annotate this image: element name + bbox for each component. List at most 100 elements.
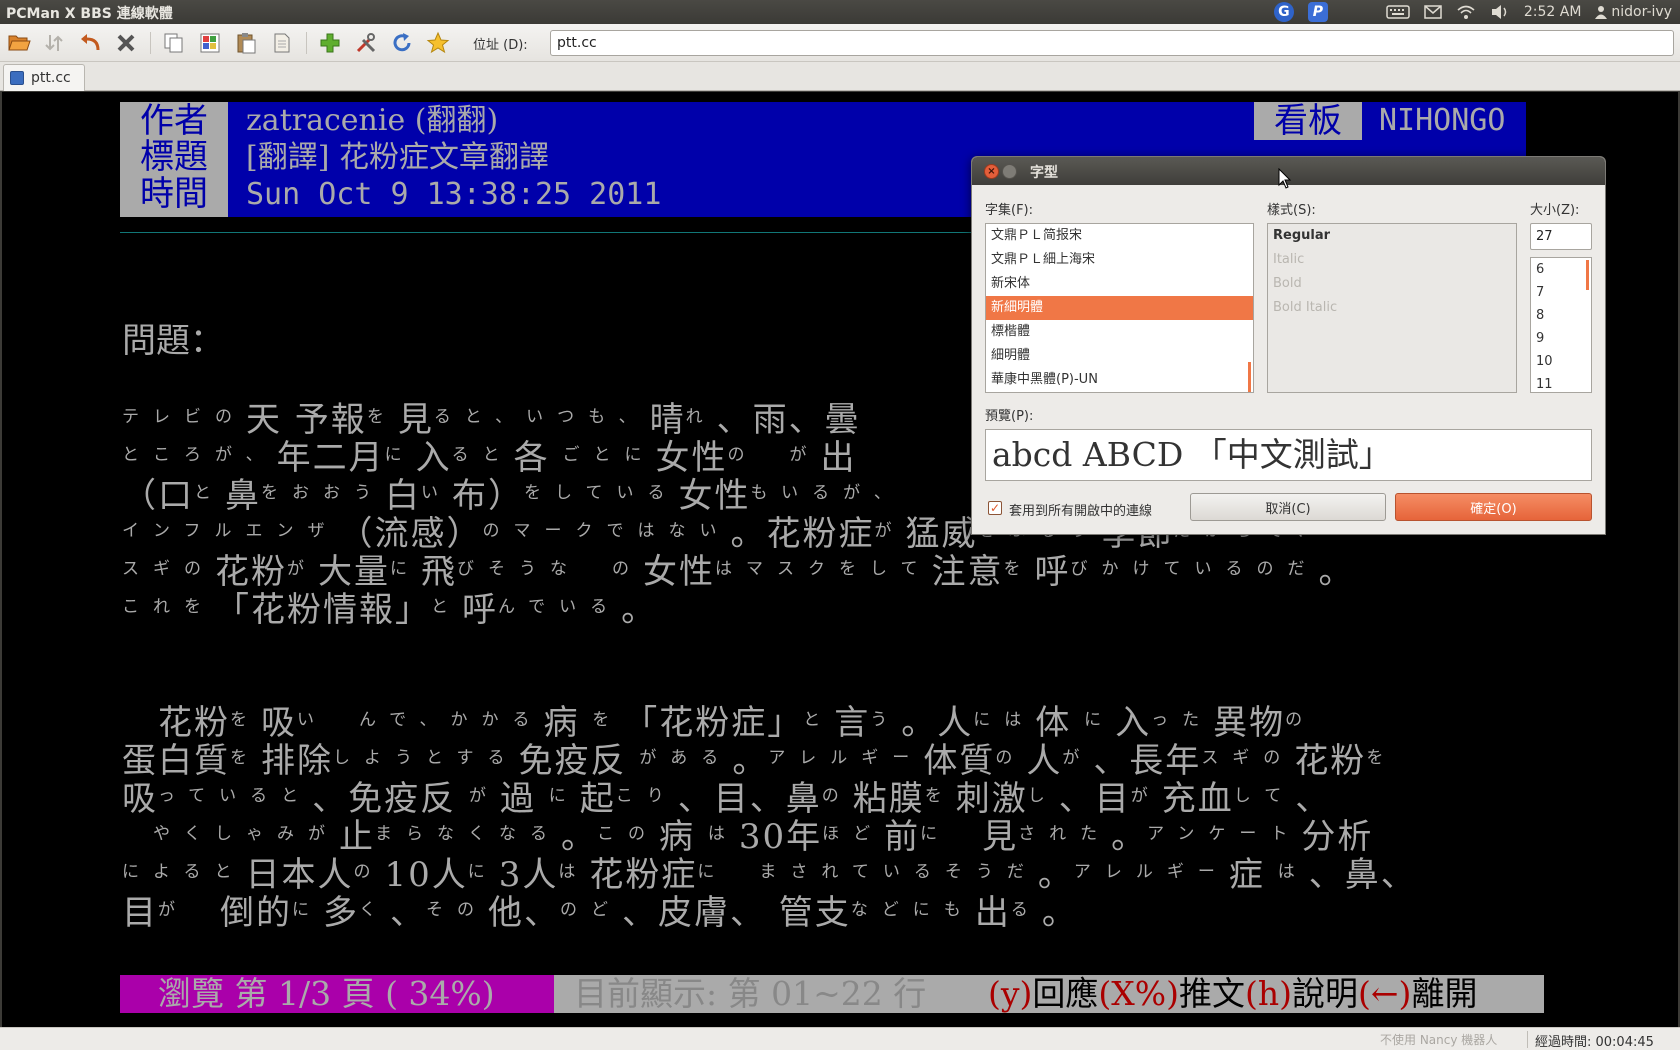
body-text-segment: はマスクをして [715,559,932,579]
board-value: NIHONGO [1379,103,1506,138]
g-indicator-icon[interactable]: G [1273,2,1294,22]
body-text-segment: 注意 [931,552,1004,592]
family-list[interactable]: 文鼎ＰＬ简报宋 文鼎ＰＬ細上海宋 新宋体 新細明體 標楷體 細明體 華康中黑體(P)-UN [985,223,1254,393]
ok-button[interactable]: 確定(O) [1395,493,1592,521]
user-menu[interactable]: nidor-ivy [1595,4,1672,20]
style-item[interactable]: Bold [1268,272,1516,296]
body-text-segment: をしている [524,483,679,503]
body-text-segment: 。 [621,590,658,630]
body-text-segment: 、鼻、 [1308,855,1417,895]
size-item[interactable]: 11 [1531,373,1591,392]
leave-label[interactable]: 離開 [1411,974,1477,1013]
body-text-segment: された [1018,824,1112,844]
family-item[interactable]: 華康中黑體(P)-UN [986,368,1253,392]
time-label: 時間 [140,174,208,214]
style-list[interactable]: Regular Italic Bold Bold Italic [1267,223,1517,393]
reconnect-button[interactable] [40,29,68,57]
dialog-close-icon[interactable]: × [984,164,999,179]
close-button[interactable] [112,29,140,57]
volume-icon[interactable] [1490,4,1510,20]
address-input[interactable] [550,30,1674,56]
p-indicator-icon[interactable]: P [1307,2,1328,22]
body-text-segment: ごとに [562,445,656,465]
refresh-button[interactable] [388,29,416,57]
star-icon [426,31,450,54]
family-item[interactable]: 標楷體 [986,320,1253,344]
cancel-button[interactable]: 取消(C) [1190,493,1386,521]
body-text-segment: ると、いつも、 [433,407,650,427]
family-item[interactable]: 文鼎ＰＬ細上海宋 [986,248,1253,272]
reply-key: (y) [988,974,1033,1013]
add-favorite-button[interactable] [316,29,344,57]
top-panel: PCMan X BBS 連線軟體 G P 2:52 AM nidor-ivy [0,0,1680,24]
tab-ptt[interactable]: ptt.cc [3,64,85,91]
dialog-minimize-icon[interactable] [1002,164,1017,179]
page-info: 瀏覽 第 1/3 頁 ( 34%) [158,974,495,1013]
tab-label: ptt.cc [31,70,71,86]
rows-info: 目前顯示: 第 01~22 行 [574,974,927,1013]
preview-text[interactable]: abcd ABCD 「中文測試」 [985,429,1592,481]
body-text-segment: アンケート [1147,824,1302,844]
body-text-segment: れ [685,407,717,427]
body-text-segment: が [1062,748,1094,768]
family-item[interactable]: 文鼎ＰＬ简报宋 [986,224,1253,248]
body-text-segment: まらなくなる [375,824,561,844]
body-text-segment: を [924,786,956,806]
apply-all-checkbox[interactable]: ✓ [988,501,1002,515]
address-label: 位址 (D): [473,38,528,53]
body-text-segment: に [467,862,499,882]
paste-button[interactable] [232,29,260,57]
style-item[interactable]: Regular [1268,224,1516,248]
body-text-segment: して [1233,786,1296,806]
size-list[interactable]: 6 7 8 9 10 11 [1530,257,1592,393]
body-text-segment: がある [639,748,733,768]
apply-all-label[interactable]: 套用到所有開啟中的連線 [1009,500,1152,519]
size-input[interactable] [1530,223,1592,250]
favorites-button[interactable] [424,29,452,57]
mail-icon[interactable] [1424,5,1442,19]
size-item[interactable]: 6 [1531,258,1591,281]
preferences-button[interactable] [352,29,380,57]
title-label: 標題 [140,137,208,177]
wifi-icon[interactable] [1456,4,1476,20]
paste-file-button[interactable] [268,29,296,57]
family-item[interactable]: 細明體 [986,344,1253,368]
body-text-segment: のど [560,900,622,920]
copy-with-color-button[interactable] [196,29,224,57]
body-text-segment: のマークではない [482,521,731,541]
open-site-list-button[interactable] [5,29,33,57]
keyboard-icon[interactable] [1386,5,1410,19]
body-text-segment: 出 [974,893,1011,933]
clock[interactable]: 2:52 AM [1524,4,1582,20]
style-item[interactable]: Bold Italic [1268,296,1516,320]
size-item[interactable]: 8 [1531,304,1591,327]
family-item[interactable]: 新宋体 [986,272,1253,296]
body-text-segment: が [468,786,500,806]
body-text-segment: い んで、かかる [297,710,544,730]
body-text-segment: が [874,521,906,541]
dialog-title: 字型 [1030,165,1058,181]
size-scroll-indicator[interactable] [1586,260,1589,290]
push-label[interactable]: 推文 [1179,974,1245,1013]
user-icon [1595,6,1608,19]
size-item[interactable]: 9 [1531,327,1591,350]
undo-button[interactable] [76,29,104,57]
push-key: (X%) [1098,974,1180,1013]
style-item[interactable]: Italic [1268,248,1516,272]
body-text-segment: こり [615,786,678,806]
size-item[interactable]: 10 [1531,350,1591,373]
article-body-line: これを「花粉情報」と呼んでいる。 [122,582,657,631]
body-text-segment: に [1084,710,1116,730]
body-text-segment: んでいる [498,597,622,617]
size-item[interactable]: 7 [1531,281,1591,304]
toolbar: 位址 (D): [0,24,1680,62]
reply-label[interactable]: 回應 [1032,974,1098,1013]
family-scroll-indicator[interactable] [1248,362,1251,392]
copy-button[interactable] [160,29,188,57]
family-item[interactable]: 新細明體 [986,296,1253,320]
body-text-segment: 「花粉情報」 [215,590,431,630]
body-text-segment: 呼 [1034,552,1071,592]
body-text-segment: が [158,900,220,920]
help-label[interactable]: 說明 [1292,974,1358,1013]
body-text-segment: ところが、 [122,445,277,465]
